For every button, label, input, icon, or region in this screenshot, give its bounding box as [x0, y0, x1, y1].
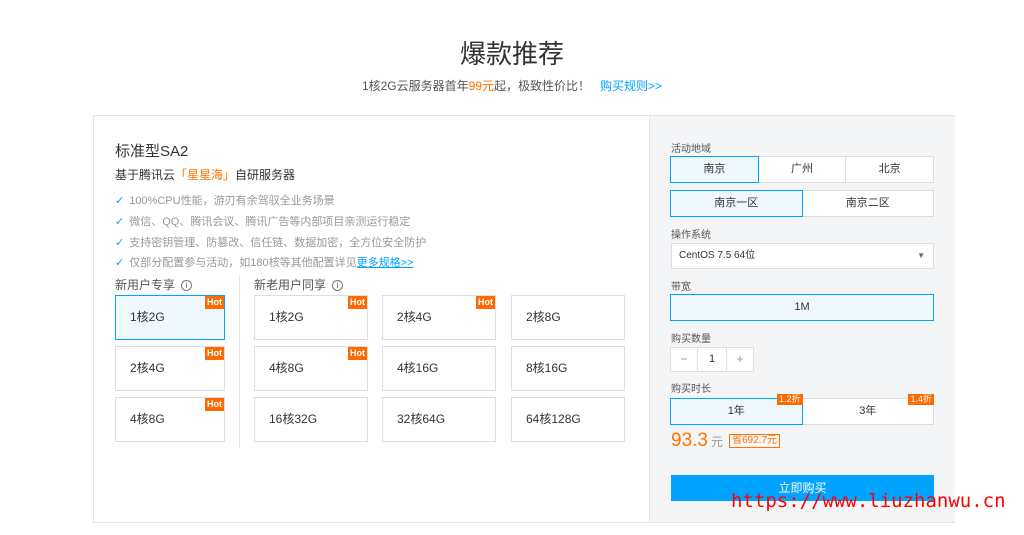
duration-option[interactable]: 1年 1.2折 [670, 394, 803, 425]
desc-post: 自研服务器 [235, 168, 296, 182]
os-label: 操作系统 [671, 230, 711, 241]
quantity-input[interactable]: 1 [697, 347, 727, 372]
config-option-label: 4核8G [269, 361, 304, 375]
hot-badge: Hot [348, 347, 367, 360]
feature-text: 100%CPU性能，游刃有余驾驭全业务场景 [129, 195, 335, 207]
feature-item: ✓ 支持密钥管理、防篡改、信任链、数据加密，全方位安全防护 [115, 234, 426, 250]
subtitle-text: 1核2G云服务器首年 [361, 79, 469, 93]
config-option[interactable]: 2核8G [511, 295, 625, 340]
all-user-label: 新老用户同享 [254, 278, 327, 292]
os-value: CentOS 7.5 64位 [679, 250, 756, 261]
config-option[interactable]: 4核8G Hot [254, 346, 368, 391]
config-option-label: 1核2G [269, 310, 304, 324]
new-user-section-label: 新用户专享 i [115, 276, 193, 293]
config-option-label: 4核16G [397, 361, 439, 375]
config-option[interactable]: 2核4G Hot [382, 295, 496, 340]
region-label: 活动地域 [671, 144, 711, 155]
discount-badge: 1.2折 [776, 394, 803, 405]
feature-item: ✓ 100%CPU性能，游刃有余驾驭全业务场景 [115, 192, 335, 208]
check-icon: ✓ [115, 237, 125, 249]
config-option-label: 16核32G [269, 412, 318, 426]
check-icon: ✓ [115, 216, 125, 228]
divider [239, 276, 240, 448]
info-icon[interactable]: i [332, 280, 344, 292]
config-option[interactable]: 4核16G [382, 346, 496, 391]
savings-badge: 省692.7元 [729, 434, 781, 448]
duration-text: 1年 [727, 405, 745, 417]
feature-item: ✓ 仅部分配置参与活动，如180核等其他配置详见更多规格>> [115, 254, 413, 270]
config-option[interactable]: 8核16G [511, 346, 625, 391]
zone-option[interactable]: 南京二区 [801, 190, 934, 217]
hot-badge: Hot [348, 296, 367, 309]
feature-text: 支持密钥管理、防篡改、信任链、数据加密，全方位安全防护 [129, 237, 427, 249]
increment-button[interactable]: + [726, 347, 754, 372]
price: 93.3 元省692.7元 [671, 430, 781, 452]
hot-badge: Hot [476, 296, 495, 309]
region-option[interactable]: 南京 [670, 156, 759, 183]
config-option-label: 4核8G [130, 412, 165, 426]
price-unit: 元 [710, 435, 723, 449]
config-option-label: 2核8G [526, 310, 561, 324]
bandwidth-label: 带宽 [671, 282, 691, 293]
purchase-rules-link[interactable]: 购买规则>> [600, 79, 662, 93]
config-option[interactable]: 16核32G [254, 397, 368, 442]
new-user-label: 新用户专享 [115, 278, 176, 292]
discount-badge: 1.4折 [908, 394, 934, 405]
hot-badge: Hot [205, 296, 224, 309]
feature-item: ✓ 微信、QQ、腾讯会议、腾讯广告等内部项目亲测运行稳定 [115, 213, 410, 229]
config-option[interactable]: 64核128G [511, 397, 625, 442]
all-user-section-label: 新老用户同享 i [254, 276, 344, 293]
config-option-label: 32核64G [397, 412, 446, 426]
feature-text: 微信、QQ、腾讯会议、腾讯广告等内部项目亲测运行稳定 [129, 216, 411, 228]
hot-badge: Hot [205, 347, 224, 360]
duration-selector: 1年 1.2折 3年 1.4折 [670, 394, 934, 425]
product-desc: 基于腾讯云「星星海」自研服务器 [115, 166, 295, 183]
feature-text: 仅部分配置参与活动，如180核等其他配置详见 [129, 257, 357, 269]
config-option[interactable]: 1核2G Hot [254, 295, 368, 340]
os-select[interactable]: CentOS 7.5 64位 ▼ [671, 243, 934, 269]
quantity-label: 购买数量 [671, 334, 711, 345]
zone-option[interactable]: 南京一区 [670, 190, 803, 217]
check-icon: ✓ [115, 195, 125, 207]
subtitle: 1核2G云服务器首年99元起，极致性价比！ 购买规则>> [0, 77, 1024, 94]
bandwidth-option[interactable]: 1M [670, 294, 934, 321]
more-specs-link[interactable]: 更多规格>> [357, 257, 414, 269]
zone-selector: 南京一区 南京二区 [670, 190, 934, 217]
product-info: 标准型SA2 基于腾讯云「星星海」自研服务器 ✓ 100%CPU性能，游刃有余驾驭… [94, 116, 649, 522]
config-option-label: 8核16G [526, 361, 568, 375]
page-title: 爆款推荐 [459, 39, 564, 69]
desc-pre: 基于腾讯云 [115, 168, 176, 182]
duration-text: 3年 [859, 405, 877, 417]
info-icon[interactable]: i [181, 280, 193, 292]
region-option[interactable]: 北京 [845, 156, 935, 183]
config-panel: 活动地域 南京 广州 北京 南京一区 南京二区 操作系统 CentOS 7.5 … [649, 116, 955, 522]
config-option-label: 64核128G [526, 412, 581, 426]
product-title: 标准型SA2 [115, 143, 189, 160]
config-option[interactable]: 32核64G [382, 397, 496, 442]
quantity-stepper: − 1 + [670, 347, 754, 372]
desc-highlight: 「星星海」 [175, 168, 236, 182]
chevron-down-icon: ▼ [917, 251, 925, 260]
subtitle-price: 99元 [468, 79, 494, 93]
product-card: 标准型SA2 基于腾讯云「星星海」自研服务器 ✓ 100%CPU性能，游刃有余驾驭… [93, 115, 955, 523]
config-option[interactable]: 2核4G Hot [115, 346, 225, 391]
decrement-button[interactable]: − [670, 347, 698, 372]
subtitle-text-post: 起，极致性价比！ [494, 79, 591, 93]
config-option-label: 1核2G [130, 310, 165, 324]
config-option-label: 2核4G [397, 310, 432, 324]
hot-badge: Hot [205, 398, 224, 411]
bandwidth-selector: 1M [670, 294, 934, 321]
duration-label: 购买时长 [671, 384, 711, 395]
watermark: https://www.liuzhanwu.cn [731, 490, 1006, 512]
config-option[interactable]: 1核2G Hot [115, 295, 225, 340]
region-selector: 南京 广州 北京 [670, 156, 935, 183]
region-option[interactable]: 广州 [757, 156, 847, 183]
price-value: 93.3 [671, 430, 708, 451]
config-option-label: 2核4G [130, 361, 165, 375]
config-option[interactable]: 4核8G Hot [115, 397, 225, 442]
duration-option[interactable]: 3年 1.4折 [801, 394, 934, 425]
check-icon: ✓ [115, 257, 125, 269]
